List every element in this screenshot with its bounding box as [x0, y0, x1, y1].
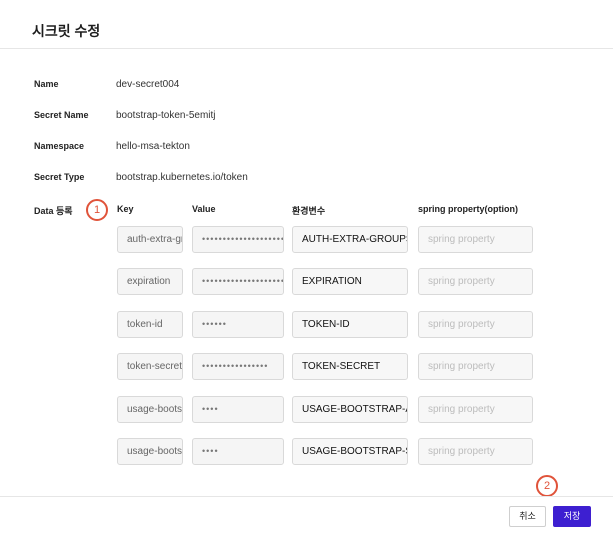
value-field[interactable]: ••••	[192, 438, 284, 465]
column-header-key: Key	[117, 204, 134, 214]
value-field[interactable]: ••••••••••••••••	[192, 353, 284, 380]
info-row-secret-name: Secret Name bootstrap-token-5emitj	[0, 110, 613, 126]
spring-property-field[interactable]: spring property	[418, 438, 533, 465]
value-field[interactable]: ••••••••••••••••••••	[192, 226, 284, 253]
info-row-secret-type: Secret Type bootstrap.kubernetes.io/toke…	[0, 172, 613, 188]
key-field[interactable]: usage-bootstrap-signing	[117, 438, 183, 465]
value-field[interactable]: ••••••••••••••••••••	[192, 268, 284, 295]
key-field[interactable]: token-id	[117, 311, 183, 338]
env-field[interactable]: TOKEN-ID	[292, 311, 408, 338]
env-field[interactable]: USAGE-BOOTSTRAP-AUTHENTICATION	[292, 396, 408, 423]
info-value: bootstrap.kubernetes.io/token	[116, 172, 248, 183]
spring-property-field[interactable]: spring property	[418, 311, 533, 338]
info-label: Secret Type	[34, 172, 85, 182]
cancel-button[interactable]: 취소	[509, 506, 546, 527]
column-header-env: 환경변수	[292, 206, 326, 216]
spring-property-field[interactable]: spring property	[418, 268, 533, 295]
value-field[interactable]: ••••	[192, 396, 284, 423]
column-header-value: Value	[192, 204, 216, 214]
info-value: hello-msa-tekton	[116, 141, 190, 152]
info-row-namespace: Namespace hello-msa-tekton	[0, 141, 613, 157]
info-row-name: Name dev-secret004	[0, 79, 613, 95]
dialog-header: 시크릿 수정	[0, 0, 613, 49]
key-field[interactable]: token-secret	[117, 353, 183, 380]
info-label: Secret Name	[34, 110, 89, 120]
info-label: Name	[34, 79, 59, 89]
env-field[interactable]: AUTH-EXTRA-GROUPS	[292, 226, 408, 253]
env-field[interactable]: TOKEN-SECRET	[292, 353, 408, 380]
footer-divider	[0, 496, 613, 497]
spring-property-field[interactable]: spring property	[418, 353, 533, 380]
data-section-label: Data 등록	[34, 206, 73, 216]
info-value: dev-secret004	[116, 79, 180, 90]
annotation-badge-1: 1	[86, 199, 108, 221]
spring-property-field[interactable]: spring property	[418, 396, 533, 423]
info-label: Namespace	[34, 141, 85, 151]
env-field[interactable]: USAGE-BOOTSTRAP-SIGNING	[292, 438, 408, 465]
spring-property-field[interactable]: spring property	[418, 226, 533, 253]
env-field[interactable]: EXPIRATION	[292, 268, 408, 295]
key-field[interactable]: usage-bootstrap-authentication	[117, 396, 183, 423]
save-button[interactable]: 저장	[553, 506, 591, 527]
key-field[interactable]: auth-extra-groups	[117, 226, 183, 253]
dialog-title: 시크릿 수정	[32, 23, 101, 39]
column-header-spring: spring property(option)	[418, 204, 518, 214]
annotation-badge-2: 2	[536, 475, 558, 497]
key-field[interactable]: expiration	[117, 268, 183, 295]
value-field[interactable]: ••••••	[192, 311, 284, 338]
info-value: bootstrap-token-5emitj	[116, 110, 216, 121]
